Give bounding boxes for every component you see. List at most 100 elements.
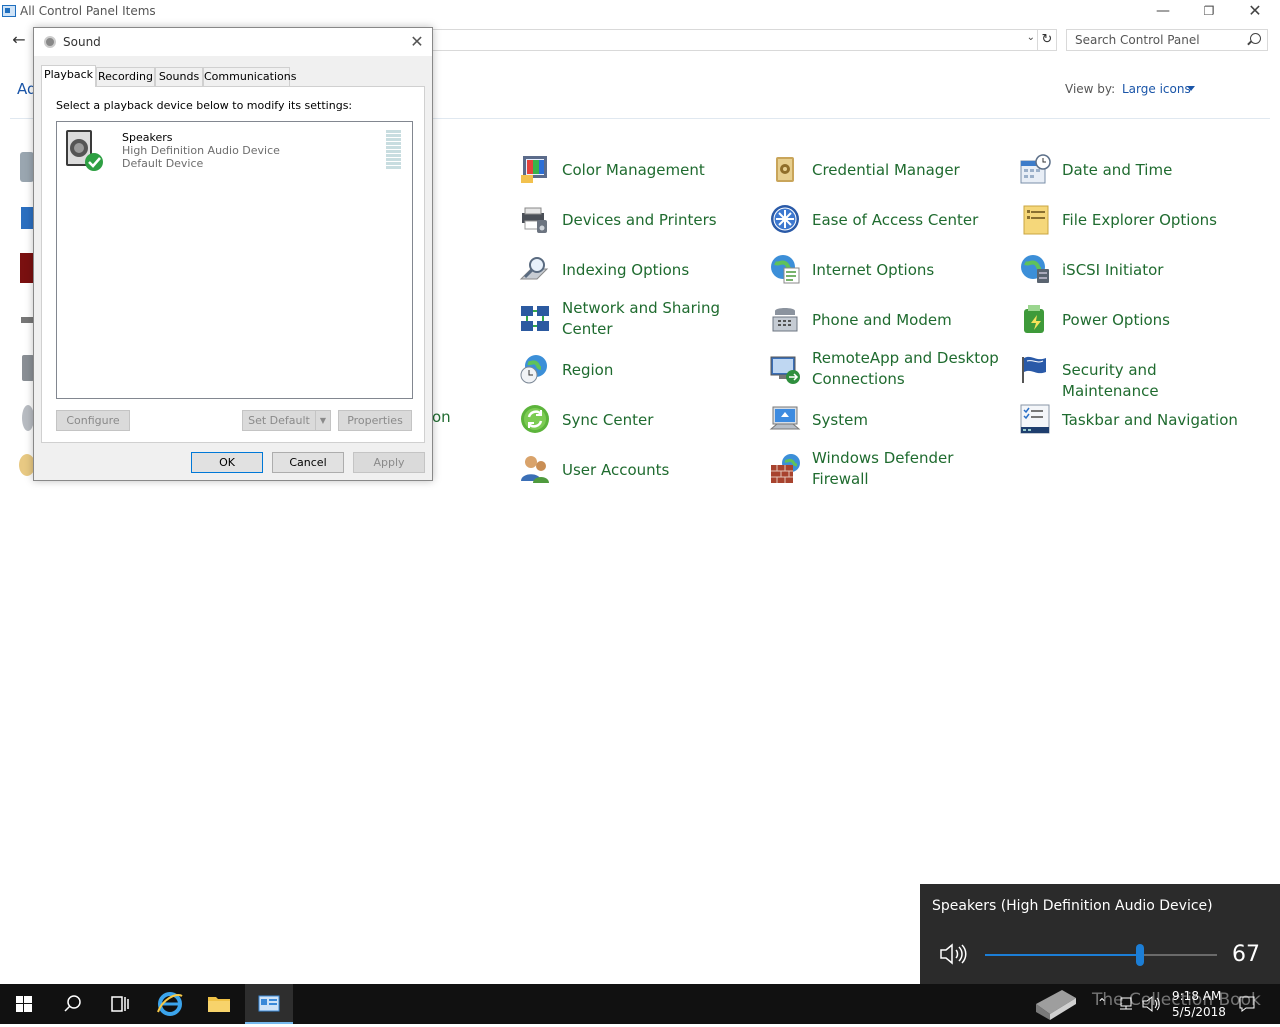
item-network-and-sharing-center[interactable]: Network and Sharing Center (519, 298, 759, 342)
tab-communications[interactable]: Communications (203, 67, 296, 86)
volume-device-name: Speakers (High Definition Audio Device) (932, 898, 1213, 914)
internet-explorer-button[interactable] (146, 984, 194, 1024)
apply-button[interactable]: Apply (353, 452, 425, 473)
tab-sounds[interactable]: Sounds (155, 67, 203, 86)
indexing-options-icon (519, 257, 549, 280)
speaker-icon (44, 36, 56, 48)
volume-slider-track[interactable] (985, 954, 1217, 956)
item-internet-options[interactable]: Internet Options (769, 250, 1009, 294)
item-ease-of-access[interactable]: Ease of Access Center (769, 200, 1009, 244)
configure-button[interactable]: Configure (56, 410, 130, 431)
region-icon (520, 355, 547, 384)
item-security-and-maintenance[interactable]: Security and Maintenance (1019, 350, 1259, 400)
network-sharing-icon (521, 306, 549, 331)
caret-down-icon[interactable] (1187, 86, 1195, 91)
partial-item-label[interactable]: on (432, 408, 451, 426)
control-panel-titlebar: All Control Panel Items — ❐ ✕ (0, 0, 1280, 24)
volume-icon[interactable] (938, 942, 968, 966)
address-bar[interactable]: ⌄ (430, 29, 1038, 51)
playback-panel: Select a playback device below to modify… (41, 86, 425, 443)
start-button[interactable] (0, 984, 48, 1024)
item-label: Internet Options (812, 261, 935, 279)
item-windows-defender-firewall[interactable]: Windows Defender Firewall (769, 448, 1009, 492)
item-taskbar-and-navigation[interactable]: Taskbar and Navigation (1019, 400, 1259, 444)
speakers-device-icon (66, 130, 103, 171)
search-button[interactable] (48, 984, 96, 1024)
tab-recording[interactable]: Recording (96, 67, 155, 86)
item-user-accounts[interactable]: User Accounts (519, 450, 759, 494)
phone-modem-icon (772, 308, 798, 332)
task-view-icon (111, 996, 129, 1012)
search-input[interactable]: Search Control Panel (1066, 29, 1268, 51)
firewall-icon (771, 454, 800, 483)
item-system[interactable]: System (769, 400, 1009, 444)
item-label: Power Options (1062, 311, 1170, 329)
control-panel-icon (2, 5, 16, 17)
partial-item-icon (21, 207, 33, 229)
volume-slider-thumb[interactable] (1136, 944, 1144, 966)
item-phone-and-modem[interactable]: Phone and Modem (769, 300, 1009, 344)
dialog-close-button[interactable]: ✕ (404, 31, 430, 53)
volume-tray-icon[interactable] (1141, 995, 1161, 1013)
search-icon[interactable] (1250, 33, 1261, 44)
item-credential-manager[interactable]: Credential Manager (769, 150, 1009, 194)
level-meter (386, 130, 401, 171)
minimize-button[interactable]: — (1140, 0, 1186, 24)
window-title: All Control Panel Items (20, 4, 156, 18)
item-remoteapp[interactable]: RemoteApp and Desktop Connections (769, 348, 1009, 392)
item-devices-and-printers[interactable]: Devices and Printers (519, 200, 759, 244)
file-explorer-button[interactable] (195, 984, 243, 1024)
security-maintenance-icon (1022, 356, 1046, 383)
control-panel-taskbar-button[interactable] (245, 984, 293, 1024)
volume-slider-fill (985, 954, 1140, 956)
item-power-options[interactable]: Power Options (1019, 300, 1259, 344)
search-placeholder: Search Control Panel (1075, 33, 1200, 47)
clock-date[interactable]: 5/5/2018 (1172, 1005, 1226, 1019)
folder-icon (208, 997, 230, 1012)
item-indexing-options[interactable]: Indexing Options (519, 250, 759, 294)
properties-button[interactable]: Properties (338, 410, 412, 431)
view-by-dropdown[interactable]: Large icons (1122, 82, 1191, 96)
set-default-dropdown[interactable]: ▼ (315, 410, 331, 431)
item-label: Windows Defender Firewall (812, 449, 954, 488)
item-sync-center[interactable]: Sync Center (519, 400, 759, 444)
windows-logo-icon (16, 996, 32, 1012)
restore-button[interactable]: ❐ (1186, 0, 1232, 24)
chevron-down-icon[interactable]: ⌄ (1027, 32, 1035, 43)
file-explorer-options-icon (1023, 205, 1049, 235)
clock-time[interactable]: 9:18 AM (1172, 989, 1221, 1003)
power-options-icon (1024, 305, 1044, 333)
item-date-and-time[interactable]: Date and Time (1019, 150, 1259, 194)
item-region[interactable]: Region (519, 350, 759, 394)
close-button[interactable]: ✕ (1232, 0, 1278, 24)
refresh-button[interactable]: ↻ (1037, 29, 1057, 51)
item-label: RemoteApp and Desktop Connections (812, 349, 999, 388)
dialog-title: Sound (63, 35, 101, 49)
device-name: Speakers (122, 131, 173, 144)
item-file-explorer-options[interactable]: File Explorer Options (1019, 200, 1259, 244)
item-label: File Explorer Options (1062, 211, 1217, 229)
task-view-button[interactable] (96, 984, 144, 1024)
device-list[interactable]: Speakers High Definition Audio Device De… (56, 121, 413, 399)
tab-playback[interactable]: Playback (41, 65, 96, 87)
item-color-management[interactable]: Color Management (519, 150, 759, 194)
set-default-button[interactable]: Set Default (242, 410, 316, 431)
volume-value: 67 (1232, 942, 1260, 967)
back-button[interactable]: ← (8, 30, 30, 50)
item-iscsi-initiator[interactable]: iSCSI Initiator (1019, 250, 1259, 294)
chevron-up-icon[interactable]: ⌃ (1097, 996, 1107, 1010)
cancel-button[interactable]: Cancel (272, 452, 344, 473)
network-icon[interactable] (1117, 996, 1135, 1012)
sound-dialog: Sound ✕ Playback Recording Sounds Commun… (33, 27, 433, 481)
item-label: Security and Maintenance (1062, 361, 1159, 400)
item-label: Taskbar and Navigation (1062, 411, 1238, 429)
view-by-label: View by: (1065, 82, 1116, 96)
item-label: Sync Center (562, 411, 654, 429)
item-label: iSCSI Initiator (1062, 261, 1164, 279)
action-center-icon[interactable] (1238, 995, 1256, 1013)
partial-item-icon (21, 317, 33, 323)
item-label: System (812, 411, 868, 429)
ok-button[interactable]: OK (191, 452, 263, 473)
device-description: High Definition Audio Device (122, 144, 280, 157)
book-icon (1036, 990, 1076, 1020)
